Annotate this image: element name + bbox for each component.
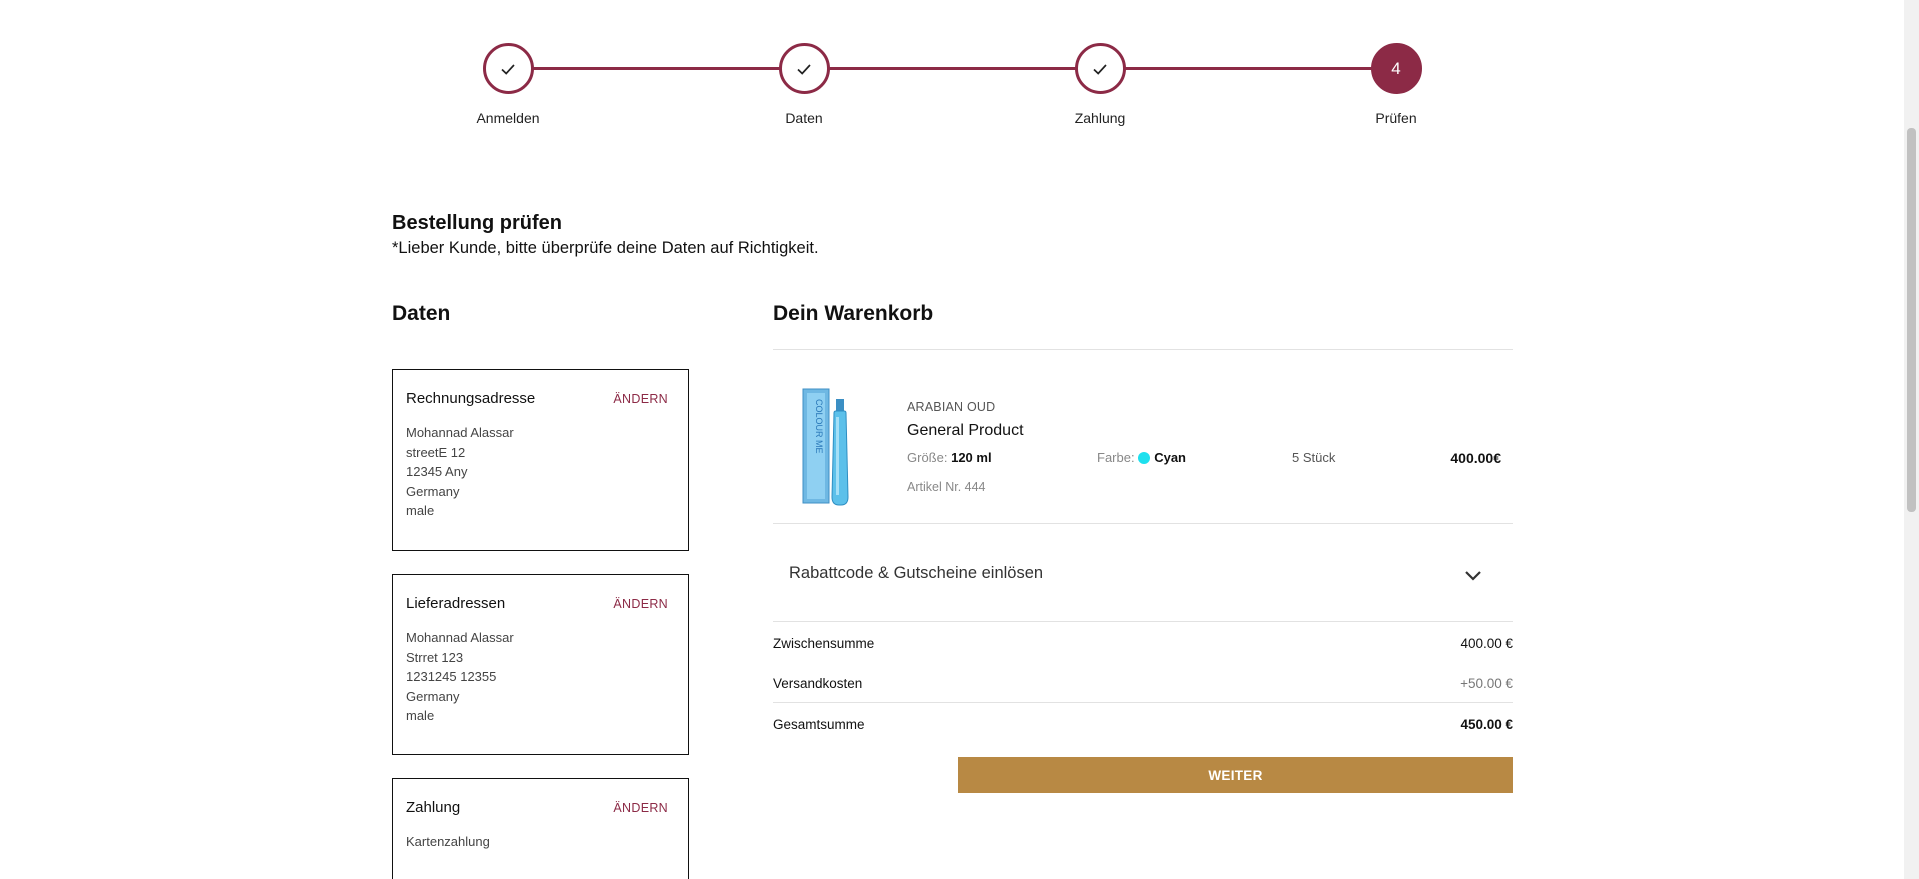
color-label: Farbe: [1097, 450, 1135, 465]
billing-address-title: Rechnungsadresse [406, 390, 536, 407]
total-row: Gesamtsumme 450.00 € [773, 703, 1513, 743]
cart-panel: COLOUR ME ARABIAN OUD General Product Gr… [773, 349, 1513, 743]
continue-button[interactable]: WEITER [958, 757, 1513, 793]
subtotal-label: Zwischensumme [773, 636, 875, 651]
subtotal-value: 400.00 € [1460, 636, 1513, 651]
total-value: 450.00 € [1460, 717, 1513, 732]
step-circle-done [1074, 43, 1126, 94]
product-article-number: Artikel Nr. 444 [907, 480, 986, 494]
page-subtitle: *Lieber Kunde, bitte überprüfe deine Dat… [392, 239, 819, 257]
edit-billing-button[interactable]: ÄNDERN [613, 392, 668, 406]
address-line: 1231245 12355 [406, 669, 497, 684]
product-price: 400.00€ [1450, 450, 1501, 466]
step-circle-active: 4 [1370, 43, 1422, 94]
size-label: Größe: [907, 450, 948, 465]
checkout-stepper: Anmelden Daten Zahlung 4 Prüfen [476, 43, 1422, 133]
total-label: Gesamtsumme [773, 717, 865, 732]
payment-method: Kartenzahlung [406, 834, 490, 849]
scrollbar-thumb[interactable] [1907, 128, 1916, 512]
step-zahlung[interactable]: Zahlung [1040, 43, 1160, 126]
shipping-address-box: Lieferadressen ÄNDERN Mohannad Alassar S… [392, 574, 689, 755]
step-label: Daten [785, 110, 823, 126]
product-size: Größe: 120 ml [907, 450, 992, 465]
chevron-down-icon[interactable] [1463, 565, 1483, 585]
subtotal-row: Zwischensumme 400.00 € [773, 622, 1513, 662]
coupon-accordion[interactable]: Rabattcode & Gutscheine einlösen [773, 524, 1513, 621]
payment-box: Zahlung ÄNDERN Kartenzahlung [392, 778, 689, 879]
step-anmelden[interactable]: Anmelden [448, 43, 568, 126]
shipping-address-title: Lieferadressen [406, 595, 506, 612]
address-line: Mohannad Alassar [406, 630, 514, 645]
edit-shipping-button[interactable]: ÄNDERN [613, 597, 668, 611]
product-brand: ARABIAN OUD [907, 400, 996, 414]
step-label: Zahlung [1074, 110, 1126, 126]
address-line: streetE 12 [406, 444, 466, 460]
check-icon [501, 63, 515, 75]
payment-lines: Kartenzahlung [406, 832, 675, 852]
product-quantity: 5 Stück [1292, 450, 1336, 465]
step-circle-done [778, 43, 830, 94]
billing-address-lines: Mohannad Alassar streetE 12 12345 Any Ge… [406, 423, 675, 521]
product-image-label: COLOUR ME [814, 399, 824, 454]
address-line: Germany [406, 688, 460, 704]
product-image: COLOUR ME [802, 388, 849, 506]
page-title: Bestellung prüfen [392, 212, 563, 234]
address-line: male [406, 708, 435, 723]
cart-title: Dein Warenkorb [773, 302, 934, 325]
address-line: male [406, 503, 435, 518]
shipping-address-lines: Mohannad Alassar Strret 123 1231245 1235… [406, 628, 675, 726]
color-swatch [1138, 452, 1151, 464]
cart-item: COLOUR ME ARABIAN OUD General Product Gr… [773, 350, 1513, 523]
step-pruefen: 4 Prüfen [1336, 43, 1456, 126]
shipping-row: Versandkosten +50.00 € [773, 662, 1513, 702]
shipping-cost-label: Versandkosten [773, 676, 863, 691]
check-icon [797, 63, 811, 75]
step-label: Anmelden [476, 110, 540, 126]
color-value: Cyan [1154, 450, 1186, 465]
step-circle-done [482, 43, 534, 94]
coupon-label: Rabattcode & Gutscheine einlösen [789, 564, 1044, 582]
billing-address-box: Rechnungsadresse ÄNDERN Mohannad Alassar… [392, 369, 689, 551]
product-name[interactable]: General Product [907, 422, 1024, 440]
shipping-cost-value: +50.00 € [1460, 676, 1513, 691]
scrollbar[interactable] [1904, 0, 1919, 879]
stepper-line [507, 67, 1372, 70]
check-icon [1093, 63, 1107, 75]
address-line: Strret 123 [406, 649, 464, 665]
step-label: Prüfen [1375, 110, 1417, 126]
size-value: 120 ml [951, 450, 992, 465]
address-line: 12345 Any [406, 464, 468, 479]
data-section-title: Daten [392, 302, 451, 325]
payment-title: Zahlung [406, 799, 461, 816]
product-color: Farbe: Cyan [1097, 450, 1186, 465]
address-line: Germany [406, 483, 460, 499]
step-daten[interactable]: Daten [744, 43, 864, 126]
address-line: Mohannad Alassar [406, 425, 514, 440]
edit-payment-button[interactable]: ÄNDERN [613, 801, 668, 815]
